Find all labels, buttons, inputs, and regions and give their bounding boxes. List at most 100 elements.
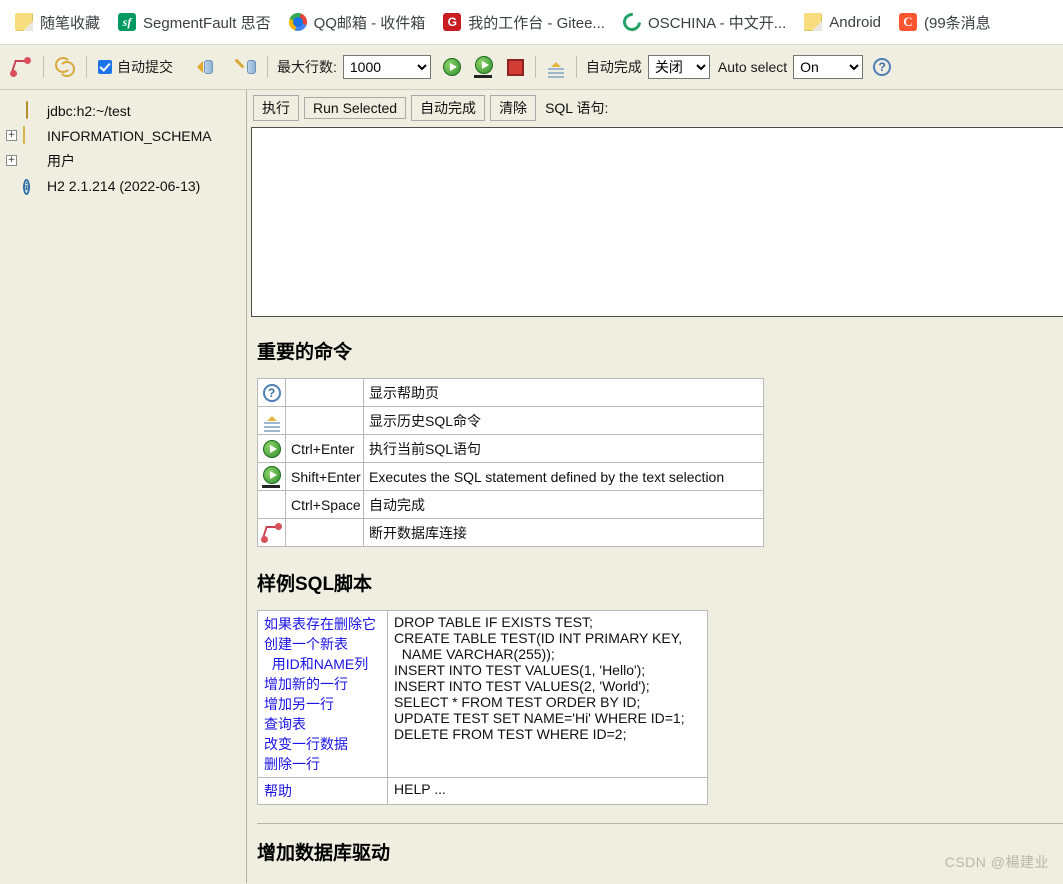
stop-button[interactable] (505, 57, 526, 78)
table-row: Shift+Enter Executes the SQL statement d… (257, 462, 764, 491)
history-button[interactable] (545, 55, 567, 79)
table-row: Ctrl+Space 自动完成 (257, 490, 764, 519)
h2-toolbar: 自动提交 最大行数: 1000 自动完成 关闭 Auto select On ? (0, 45, 1063, 90)
sidebar-item-label: 用户 (47, 152, 75, 169)
cell-shortcut (285, 406, 364, 435)
bookmark-item-segmentfault[interactable]: sf SegmentFault 思否 (109, 9, 280, 36)
rollback-icon (191, 61, 203, 73)
database-tree-sidebar: jdbc:h2:~/test + INFORMATION_SCHEMA + 用户… (0, 90, 247, 883)
sidebar-item-connection[interactable]: jdbc:h2:~/test (6, 98, 246, 123)
history-icon (547, 57, 565, 78)
sql-editor-textarea[interactable] (251, 127, 1063, 317)
bookmark-item-qqmail[interactable]: QQ邮箱 - 收件箱 (280, 9, 435, 36)
table-row: ? 显示帮助页 (257, 378, 764, 407)
autocommit-checkbox[interactable]: 自动提交 (96, 55, 175, 79)
history-icon (263, 411, 281, 432)
cell-icon (257, 434, 286, 463)
execute-button[interactable]: 执行 (253, 95, 299, 121)
sample-script-table: 如果表存在删除它 创建一个新表 用ID和NAME列 增加新的一行 增加另一行 查… (257, 610, 708, 805)
commit-button[interactable] (231, 58, 258, 76)
editor-button-row: 执行 Run Selected 自动完成 清除 SQL 语句: (247, 90, 1063, 121)
bookmark-item-android[interactable]: Android (795, 10, 890, 34)
refresh-icon (55, 57, 75, 77)
sidebar-item-label: jdbc:h2:~/test (47, 102, 131, 119)
run-selected-button[interactable] (471, 54, 497, 80)
sidebar-item-users[interactable]: + 用户 (6, 148, 246, 173)
cell-description: Executes the SQL statement defined by th… (363, 462, 764, 491)
run-icon (262, 439, 281, 458)
bookmark-label: 随笔收藏 (40, 14, 101, 32)
info-icon: i (23, 178, 31, 195)
bookmark-label: (99条消息 (924, 14, 991, 32)
help-document: 重要的命令 ? 显示帮助页 显示历史SQL命令 Ctrl+Enter 执行当前S… (247, 317, 1063, 865)
table-row: Ctrl+Enter 执行当前SQL语句 (257, 434, 764, 463)
autocommit-label: 自动提交 (117, 59, 173, 75)
clear-button[interactable]: 清除 (490, 95, 537, 121)
separator (86, 56, 87, 78)
cell-description: 显示帮助页 (363, 378, 764, 407)
disconnect-button[interactable] (8, 55, 34, 79)
sidebar-item-label: H2 2.1.214 (2022-06-13) (47, 177, 201, 194)
sample-section-title: 样例SQL脚本 (257, 574, 373, 595)
gitee-icon: G (443, 13, 462, 31)
separator (43, 56, 44, 78)
sidebar-item-information-schema[interactable]: + INFORMATION_SCHEMA (6, 123, 246, 148)
cell-shortcut (285, 378, 364, 407)
csdn-icon: C (899, 13, 917, 31)
cell-icon (257, 518, 286, 547)
maxrows-select[interactable]: 1000 (342, 55, 431, 79)
watermark: CSDN @楊建业 (944, 854, 1049, 870)
separator (534, 56, 536, 78)
qqmail-icon (288, 13, 307, 31)
cell-description-zh: 帮助 (257, 777, 388, 805)
table-row: 帮助 HELP ... (257, 777, 708, 805)
sql-statement-label: SQL 语句: (545, 100, 609, 116)
autocomplete-button[interactable]: 自动完成 (411, 95, 486, 121)
run-button[interactable] (441, 56, 463, 78)
cell-shortcut: Ctrl+Space (285, 490, 364, 519)
cell-description: 断开数据库连接 (363, 518, 764, 547)
expander-plus-icon[interactable]: + (6, 130, 17, 141)
database-cylinder-icon (247, 60, 256, 74)
table-row: 显示历史SQL命令 (257, 406, 764, 435)
run-selected-icon (261, 465, 283, 488)
section-divider (257, 823, 1063, 824)
bookmark-item-csdn[interactable]: C (99条消息 (890, 9, 1000, 36)
rollback-button[interactable] (189, 58, 215, 76)
cell-shortcut: Ctrl+Enter (285, 434, 364, 463)
expander-plus-icon[interactable]: + (6, 155, 17, 166)
run-icon (442, 58, 461, 76)
autocomplete-select[interactable]: 关闭 (647, 55, 710, 79)
cell-shortcut: Shift+Enter (285, 462, 364, 491)
bookmark-bar: 随笔收藏 sf SegmentFault 思否 QQ邮箱 - 收件箱 G 我的工… (0, 0, 1063, 45)
separator (267, 56, 268, 78)
bookmark-item-gitee[interactable]: G 我的工作台 - Gitee... (434, 9, 614, 36)
bookmark-label: SegmentFault 思否 (143, 14, 271, 32)
sql-content-pane: 执行 Run Selected 自动完成 清除 SQL 语句: 重要的命令 ? … (247, 90, 1063, 883)
folder-icon (15, 13, 33, 31)
cell-description: 显示历史SQL命令 (363, 406, 764, 435)
folder-icon (23, 125, 41, 145)
table-row: 如果表存在删除它 创建一个新表 用ID和NAME列 增加新的一行 增加另一行 查… (257, 610, 708, 778)
bookmark-label: Android (829, 13, 881, 31)
commit-icon (233, 61, 246, 74)
database-cylinder-icon (204, 60, 213, 74)
main-area: jdbc:h2:~/test + INFORMATION_SCHEMA + 用户… (0, 90, 1063, 883)
bookmark-label: OSCHINA - 中文开... (647, 14, 787, 32)
cell-description-zh: 如果表存在删除它 创建一个新表 用ID和NAME列 增加新的一行 增加另一行 查… (257, 610, 388, 778)
cell-icon (257, 462, 286, 491)
run-selected-icon (473, 56, 495, 78)
cell-shortcut (285, 518, 364, 547)
oschina-icon (619, 9, 645, 35)
bookmark-label: 我的工作台 - Gitee... (468, 14, 605, 32)
autoselect-select[interactable]: On (793, 55, 864, 79)
segmentfault-icon: sf (118, 13, 137, 31)
run-selected-button[interactable]: Run Selected (304, 97, 407, 119)
separator (575, 56, 577, 78)
refresh-button[interactable] (53, 55, 77, 79)
help-icon[interactable]: ? (873, 58, 892, 76)
bookmark-item-suibi[interactable]: 随笔收藏 (6, 9, 109, 36)
sidebar-item-version[interactable]: i H2 2.1.214 (2022-06-13) (6, 173, 246, 198)
bookmark-item-oschina[interactable]: OSCHINA - 中文开... (614, 9, 795, 36)
bookmark-label: QQ邮箱 - 收件箱 (313, 14, 426, 32)
